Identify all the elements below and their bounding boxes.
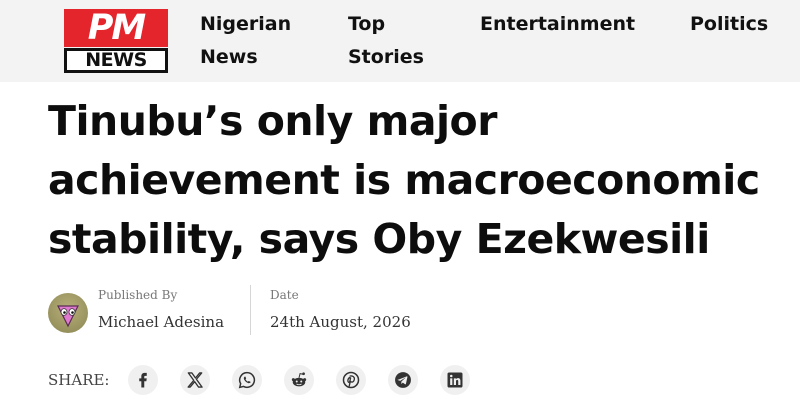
pm-news-logo[interactable]: PM NEWS bbox=[64, 9, 168, 73]
reddit-icon bbox=[291, 372, 307, 387]
share-telegram-button[interactable] bbox=[388, 365, 418, 395]
share-label: SHARE: bbox=[48, 371, 110, 389]
publish-date: 24th August, 2026 bbox=[270, 313, 411, 331]
logo-news-text: NEWS bbox=[64, 48, 168, 73]
facebook-icon bbox=[139, 372, 147, 388]
share-bar: SHARE: bbox=[48, 365, 488, 399]
top-navbar: PM NEWS Nigerian News Top Stories Entert… bbox=[0, 0, 800, 82]
x-icon bbox=[187, 372, 203, 388]
share-x-button[interactable] bbox=[180, 365, 210, 395]
nav-item-entertainment[interactable]: Entertainment bbox=[480, 8, 660, 41]
pinterest-icon bbox=[342, 371, 360, 389]
avatar-icon bbox=[57, 305, 79, 328]
published-by-label: Published By bbox=[98, 288, 178, 302]
linkedin-icon bbox=[447, 372, 463, 388]
share-linkedin-button[interactable] bbox=[440, 365, 470, 395]
article-meta: Published By Michael Adesina Date 24th A… bbox=[48, 285, 468, 335]
author-name-link[interactable]: Michael Adesina bbox=[98, 313, 224, 331]
nav-item-top-stories[interactable]: Top Stories bbox=[348, 8, 448, 74]
date-label: Date bbox=[270, 288, 299, 302]
share-whatsapp-button[interactable] bbox=[232, 365, 262, 395]
author-avatar[interactable] bbox=[48, 293, 88, 333]
whatsapp-icon bbox=[238, 371, 256, 389]
share-facebook-button[interactable] bbox=[128, 365, 158, 395]
nav-item-nigerian-news[interactable]: Nigerian News bbox=[200, 8, 320, 74]
share-pinterest-button[interactable] bbox=[336, 365, 366, 395]
meta-divider bbox=[250, 285, 251, 335]
logo-pm-text: PM bbox=[64, 9, 168, 47]
telegram-icon bbox=[395, 372, 411, 388]
article-headline: Tinubu’s only major achievement is macro… bbox=[48, 97, 760, 263]
share-reddit-button[interactable] bbox=[284, 365, 314, 395]
nav-item-politics[interactable]: Politics bbox=[690, 8, 790, 41]
